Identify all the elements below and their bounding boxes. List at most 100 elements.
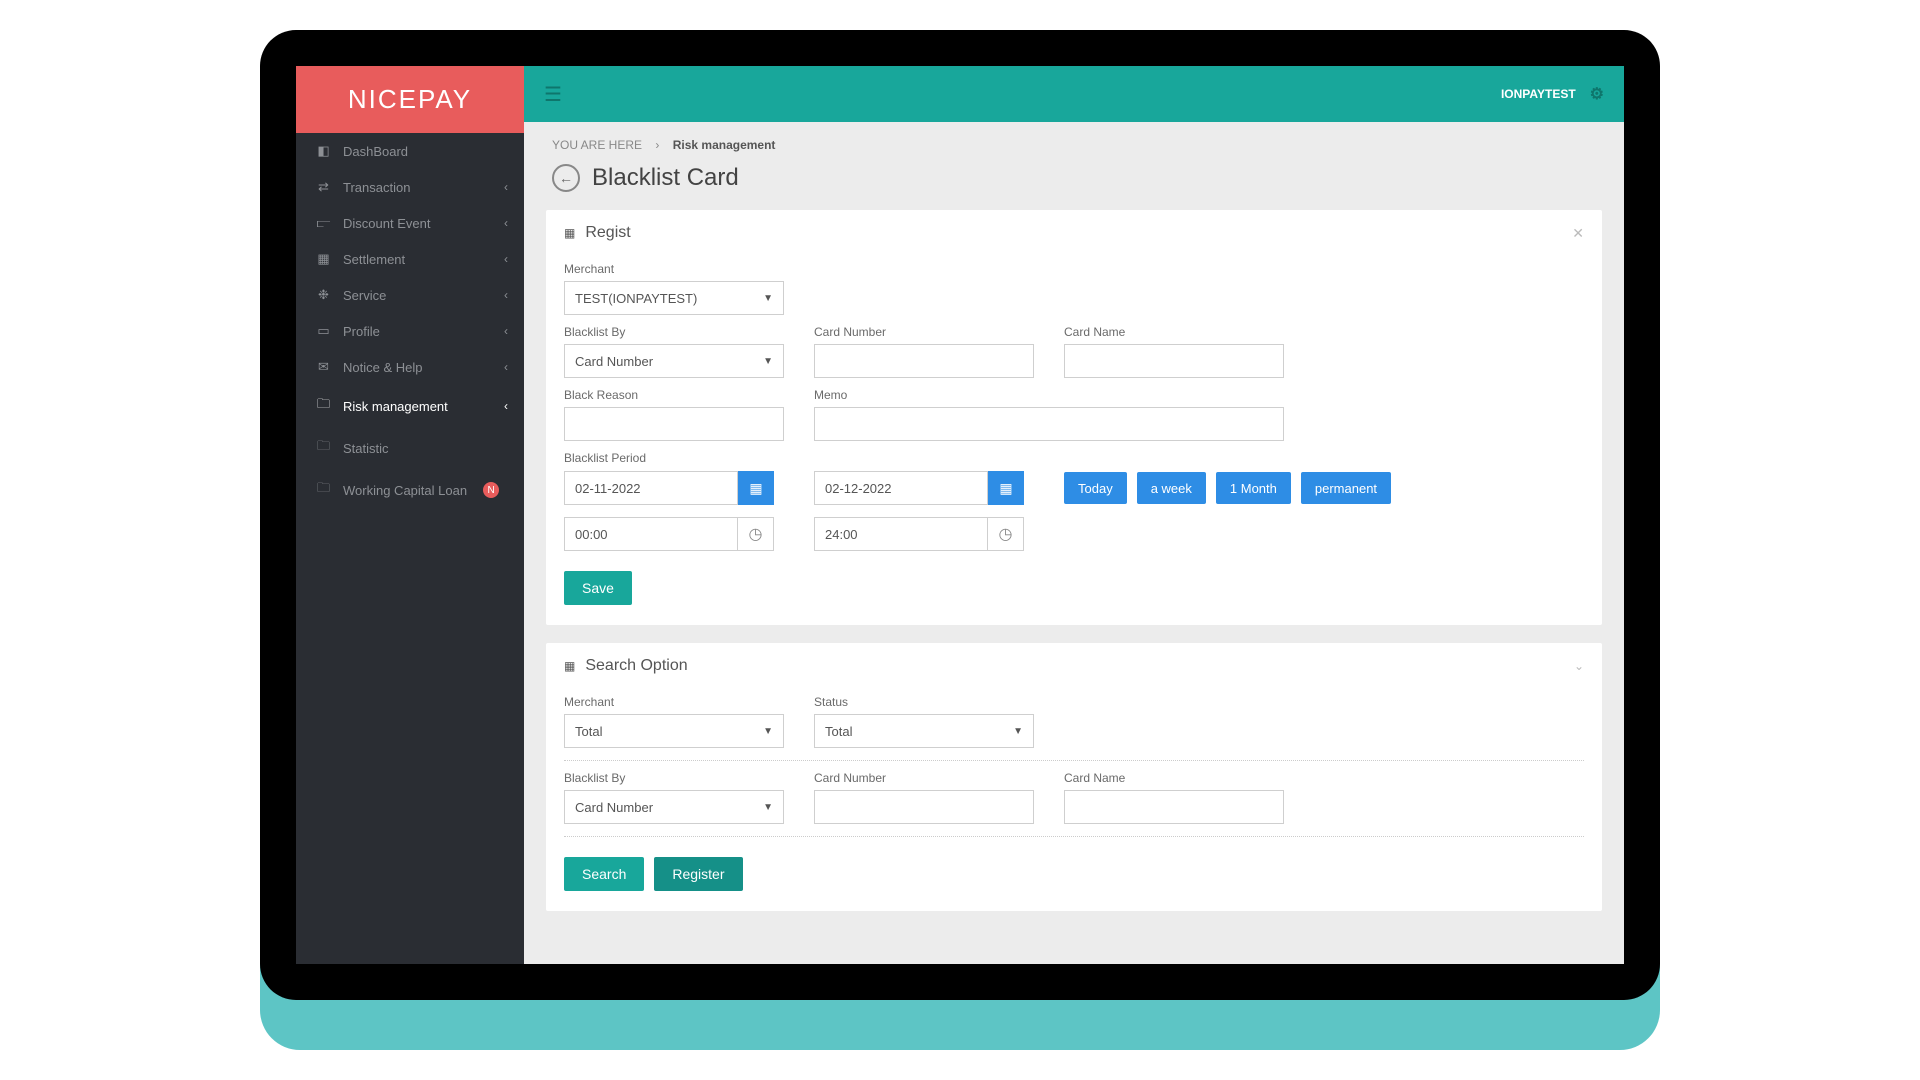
sidebar-item-risk-management[interactable]: 🗀 Risk management ‹ [296,385,524,427]
chevron-left-icon: ‹ [504,216,508,230]
start-date-input[interactable]: 02-11-2022 [564,471,738,505]
dashboard-icon: ◧ [316,143,331,159]
search-card-name-input[interactable] [1064,790,1284,824]
search-blacklist-by-label: Blacklist By [564,771,784,785]
search-blacklist-by-select[interactable]: Card Number ▼ [564,790,784,824]
panel-title: Regist [585,224,630,242]
chevron-left-icon: ‹ [504,324,508,338]
sidebar-item-label: Discount Event [343,216,430,231]
black-reason-input[interactable] [564,407,784,441]
folder-icon: 🗀 [316,479,331,501]
sidebar-item-label: Statistic [343,441,389,456]
sidebar-item-notice-help[interactable]: ✉ Notice & Help ‹ [296,349,524,385]
month-button[interactable]: 1 Month [1216,472,1291,504]
sidebar-item-dashboard[interactable]: ◧ DashBoard [296,133,524,169]
breadcrumb-sep: › [655,138,659,152]
memo-input[interactable] [814,407,1284,441]
panel-title: Search Option [585,657,687,675]
start-date-picker-button[interactable]: ▦ [738,471,774,505]
breadcrumb-current: Risk management [673,138,776,152]
sidebar-item-profile[interactable]: ▭ Profile ‹ [296,313,524,349]
grid-icon: ▦ [564,659,575,673]
sidebar-item-service[interactable]: ❉ Service ‹ [296,277,524,313]
sidebar-item-working-capital-loan[interactable]: 🗀 Working Capital Loan N [296,469,524,511]
chevron-left-icon: ‹ [504,288,508,302]
breadcrumb: YOU ARE HERE › Risk management [524,122,1624,160]
main-area: ☰ IONPAYTEST ⚙ YOU ARE HERE › Risk manag… [524,66,1624,964]
breadcrumb-prefix: YOU ARE HERE [552,138,642,152]
permanent-button[interactable]: permanent [1301,472,1391,504]
end-time-input[interactable]: 24:00 [814,517,988,551]
folder-icon: 🗀 [316,395,331,417]
chevron-down-icon[interactable]: ⌄ [1574,659,1584,673]
merchant-label: Merchant [564,262,784,276]
blacklist-by-label: Blacklist By [564,325,784,339]
status-value: Total [825,724,852,739]
users-icon: ❉ [316,287,331,303]
monitor-icon: ▭ [316,323,331,339]
card-number-input[interactable] [814,344,1034,378]
caret-down-icon: ▼ [763,293,773,304]
caret-down-icon: ▼ [1013,726,1023,737]
sidebar-item-label: Profile [343,324,380,339]
save-button[interactable]: Save [564,571,632,605]
end-date-input[interactable]: 02-12-2022 [814,471,988,505]
chevron-left-icon: ‹ [504,399,508,413]
sidebar-item-label: Settlement [343,252,405,267]
caret-down-icon: ▼ [763,356,773,367]
chevron-left-icon: ‹ [504,252,508,266]
today-button[interactable]: Today [1064,472,1127,504]
period-label: Blacklist Period [564,451,1584,465]
end-time-picker-button[interactable]: ◷ [988,517,1024,551]
transaction-icon: ⇄ [316,179,331,195]
card-number-label: Card Number [814,325,1034,339]
chat-icon: ✉ [316,359,331,375]
sidebar-item-statistic[interactable]: 🗀 Statistic [296,427,524,469]
new-badge: N [483,482,499,498]
chevron-left-icon: ‹ [504,180,508,194]
status-label: Status [814,695,1034,709]
end-date-picker-button[interactable]: ▦ [988,471,1024,505]
search-card-number-input[interactable] [814,790,1034,824]
folder-icon: 🗀 [316,437,331,459]
search-merchant-value: Total [575,724,602,739]
card-name-input[interactable] [1064,344,1284,378]
calendar-icon: ▦ [316,251,331,267]
sidebar-item-discount-event[interactable]: ⫍ Discount Event ‹ [296,205,524,241]
merchant-select[interactable]: TEST(IONPAYTEST) ▼ [564,281,784,315]
status-select[interactable]: Total ▼ [814,714,1034,748]
sidebar-item-label: DashBoard [343,144,408,159]
grid-icon: ▦ [564,226,575,240]
hamburger-icon[interactable]: ☰ [544,82,562,107]
search-card-number-label: Card Number [814,771,1034,785]
sidebar: NICEPAY ◧ DashBoard ⇄ Transaction ‹ ⫍ Di… [296,66,524,964]
sidebar-item-settlement[interactable]: ▦ Settlement ‹ [296,241,524,277]
search-merchant-label: Merchant [564,695,784,709]
search-card-name-label: Card Name [1064,771,1284,785]
chevron-left-icon: ‹ [504,360,508,374]
search-merchant-select[interactable]: Total ▼ [564,714,784,748]
sidebar-item-transaction[interactable]: ⇄ Transaction ‹ [296,169,524,205]
blacklist-by-value: Card Number [575,354,653,369]
topbar: ☰ IONPAYTEST ⚙ [524,66,1624,122]
caret-down-icon: ▼ [763,726,773,737]
search-panel: ▦ Search Option ⌄ Merchant Total ▼ Statu… [546,643,1602,911]
register-button[interactable]: Register [654,857,742,891]
sidebar-item-label: Notice & Help [343,360,422,375]
back-button[interactable]: ← [552,164,580,192]
blacklist-by-select[interactable]: Card Number ▼ [564,344,784,378]
close-icon[interactable]: ✕ [1572,225,1584,242]
sidebar-item-label: Working Capital Loan [343,483,467,498]
sidebar-item-label: Service [343,288,386,303]
start-time-input[interactable]: 00:00 [564,517,738,551]
user-label: IONPAYTEST [1501,87,1576,101]
page-title: Blacklist Card [592,164,739,192]
gear-icon[interactable]: ⚙ [1590,84,1604,104]
black-reason-label: Black Reason [564,388,784,402]
search-blacklist-by-value: Card Number [575,800,653,815]
chart-icon: ⫍ [316,215,331,231]
brand-logo: NICEPAY [296,66,524,133]
week-button[interactable]: a week [1137,472,1206,504]
start-time-picker-button[interactable]: ◷ [738,517,774,551]
search-button[interactable]: Search [564,857,644,891]
